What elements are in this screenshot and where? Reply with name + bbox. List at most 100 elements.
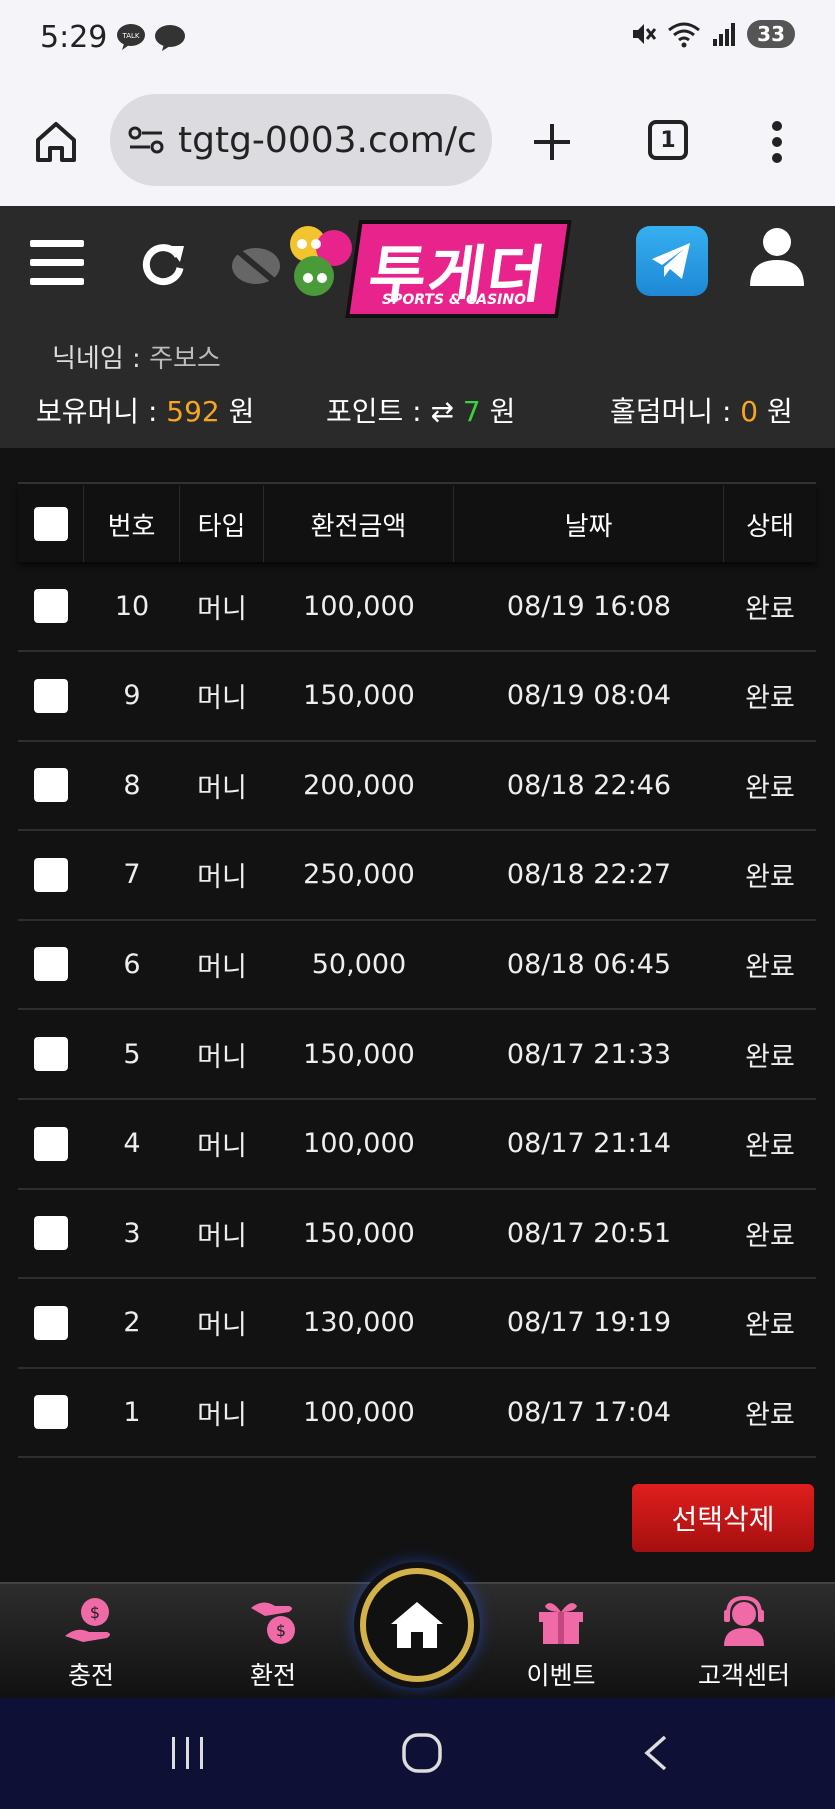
- row-checkbox[interactable]: [34, 678, 68, 713]
- row-select-cell: [18, 1100, 84, 1188]
- hamburger-menu-icon[interactable]: [30, 238, 86, 288]
- header-date: 날짜: [454, 486, 724, 562]
- nav-event[interactable]: 이벤트: [496, 1596, 626, 1692]
- select-all-checkbox[interactable]: [33, 507, 68, 541]
- mute-icon: [633, 24, 657, 44]
- system-home-icon: [402, 1733, 442, 1773]
- nav-support[interactable]: 고객센터: [678, 1595, 810, 1692]
- delete-selected-button[interactable]: 선택삭제: [632, 1484, 814, 1552]
- row-number: 5: [123, 1038, 141, 1070]
- point-label: 포인트 :: [326, 395, 422, 428]
- balance-row: 보유머니 : 592 원 포인트 : ⇄ 7 원 홀덤머니 : 0 원: [0, 390, 835, 434]
- row-number: 4: [123, 1128, 141, 1160]
- point-convert-icon[interactable]: ⇄: [431, 395, 454, 428]
- row-type: 머니: [197, 862, 247, 894]
- nav-home-button[interactable]: [360, 1568, 474, 1682]
- recent-apps-button[interactable]: [158, 1728, 218, 1778]
- table-row: 7 머니 250,000 08/18 22:27 완료: [18, 831, 816, 921]
- site-settings-icon[interactable]: [128, 124, 164, 156]
- row-amount: 100,000: [303, 1128, 415, 1160]
- nav-charge[interactable]: $ 충전: [26, 1596, 156, 1692]
- table-row: 3 머니 150,000 08/17 20:51 완료: [18, 1189, 816, 1280]
- back-button[interactable]: [626, 1728, 686, 1778]
- more-menu-icon[interactable]: [770, 120, 784, 164]
- nav-support-label: 고객센터: [697, 1661, 790, 1690]
- header-number: 번호: [84, 486, 180, 562]
- row-type: 머니: [197, 683, 247, 715]
- home-icon[interactable]: [34, 120, 78, 164]
- table-row: 8 머니 200,000 08/18 22:46 완료: [18, 741, 816, 832]
- nav-event-label: 이벤트: [526, 1661, 596, 1690]
- money-value: 592: [166, 395, 220, 428]
- url-text: tgtg-0003.com/c: [178, 119, 477, 161]
- header-status: 상태: [746, 511, 794, 542]
- refresh-icon[interactable]: [138, 238, 188, 288]
- row-checkbox[interactable]: [34, 1395, 68, 1430]
- row-select-cell: [18, 1368, 84, 1456]
- telegram-button[interactable]: [636, 226, 708, 296]
- row-amount: 250,000: [303, 859, 415, 891]
- row-checkbox[interactable]: [34, 1305, 68, 1340]
- talk-icon: TALK: [117, 24, 145, 50]
- tab-switcher-button[interactable]: 1: [648, 120, 688, 160]
- notification-icons: TALK: [116, 22, 186, 52]
- row-type: 머니: [197, 1399, 247, 1431]
- new-tab-icon[interactable]: [532, 122, 572, 162]
- url-bar[interactable]: tgtg-0003.com/c: [110, 94, 492, 186]
- holdem-value: 0: [740, 395, 759, 428]
- mascot-hidden-icon: [230, 243, 282, 289]
- holdem-balance: 홀덤머니 : 0 원: [610, 390, 793, 430]
- row-amount: 200,000: [303, 769, 415, 801]
- row-amount: 150,000: [303, 1038, 415, 1070]
- row-type: 머니: [197, 1131, 247, 1163]
- row-checkbox[interactable]: [34, 857, 68, 892]
- row-number: 3: [123, 1217, 141, 1249]
- row-amount: 50,000: [311, 948, 407, 980]
- row-checkbox[interactable]: [34, 1216, 68, 1251]
- row-checkbox[interactable]: [34, 1037, 68, 1071]
- row-status: 완료: [745, 593, 795, 625]
- table-row: 4 머니 100,000 08/17 21:14 완료: [18, 1100, 816, 1190]
- holdem-label: 홀덤머니 :: [610, 395, 732, 428]
- row-checkbox[interactable]: [34, 1126, 68, 1161]
- row-checkbox[interactable]: [34, 768, 68, 803]
- user-profile-icon[interactable]: [748, 226, 806, 288]
- row-status: 완료: [745, 1041, 795, 1073]
- row-date: 08/18 06:45: [506, 948, 672, 980]
- customer-support-icon: [724, 1595, 764, 1646]
- row-date: 08/18 22:27: [506, 859, 672, 891]
- withdraw-icon: $: [251, 1602, 295, 1644]
- chat-bubble-icon: [155, 25, 185, 51]
- money-balance: 보유머니 : 592 원: [36, 390, 254, 430]
- system-navigation-bar: [0, 1698, 835, 1809]
- row-amount: 150,000: [303, 680, 415, 712]
- status-bar: 5:29 TALK 33: [0, 0, 835, 78]
- row-checkbox[interactable]: [34, 947, 68, 982]
- row-select-cell: [18, 652, 84, 740]
- nickname-value: 주보스: [149, 344, 221, 374]
- row-type: 머니: [197, 951, 247, 983]
- logo-mascot-icon: [290, 226, 352, 296]
- row-select-cell: [18, 562, 84, 650]
- row-status: 완료: [745, 1220, 795, 1252]
- row-amount: 130,000: [303, 1307, 415, 1339]
- row-status: 완료: [745, 1310, 795, 1342]
- wifi-icon: [668, 22, 701, 48]
- row-select-cell: [18, 1279, 84, 1367]
- row-number: 10: [114, 590, 150, 622]
- point-balance[interactable]: 포인트 : ⇄ 7 원: [326, 390, 515, 430]
- row-date: 08/17 17:04: [506, 1396, 672, 1428]
- browser-toolbar: tgtg-0003.com/c 1: [0, 78, 835, 206]
- row-status: 완료: [745, 1131, 795, 1163]
- nickname-row: 닉네임 : 주보스: [52, 338, 221, 375]
- site-logo-subtitle: SPORTS & CASINO: [382, 292, 527, 308]
- scrolled-content-edge: [18, 448, 816, 484]
- row-checkbox[interactable]: [34, 589, 68, 623]
- svg-text:TALK: TALK: [121, 32, 139, 40]
- table-header: 번호 타입 환전금액 날짜 상태: [18, 486, 816, 562]
- system-home-button[interactable]: [392, 1728, 452, 1778]
- row-date: 08/19 16:08: [506, 590, 672, 622]
- nav-exchange[interactable]: $ 환전: [208, 1596, 338, 1692]
- row-amount: 100,000: [303, 590, 415, 622]
- row-select-cell: [18, 1189, 84, 1277]
